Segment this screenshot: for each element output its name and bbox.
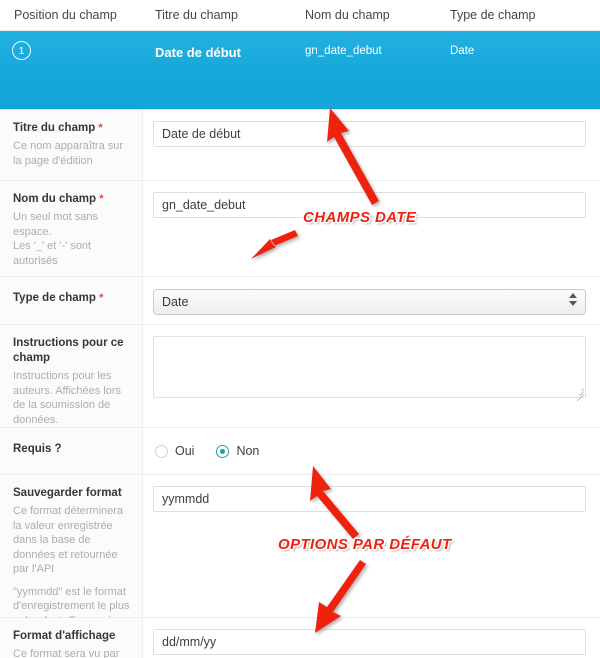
sauvegarder-format-input[interactable] [153,486,586,512]
hint-format-affichage: Ce format sera vu par l'utilisateur lors… [13,648,120,658]
label-instructions: Instructions pour ce champ [13,337,124,364]
field-cell-titre [143,110,600,180]
label-titre-du-champ: Titre du champ * [13,122,103,134]
hint-nom-1: Un seul mot sans espace. [13,211,98,238]
form-row-titre-du-champ: Titre du champ * Ce nom apparaîtra sur l… [0,110,600,181]
instructions-textarea-wrap [153,336,586,402]
row-title-cell: Date de début [155,45,241,60]
label-cell-requis: Requis ? [0,428,143,474]
form-row-requis: Requis ? Oui Non [0,428,600,475]
radio-circle-icon[interactable] [155,444,168,458]
instructions-textarea[interactable] [153,336,586,398]
position-badge: 1 [12,41,31,60]
column-header-type: Type de champ [450,8,536,22]
annotation-label-champs-date: CHAMPS DATE [303,209,417,227]
radio-label-non: Non [236,444,260,458]
column-header-position: Position du champ [14,8,117,22]
radio-option-oui[interactable]: Oui [155,444,194,458]
hint-titre-1: Ce nom apparaîtra sur la page d'édition [13,140,124,167]
form-row-nom-du-champ: Nom du champ * Un seul mot sans espace. … [0,181,600,277]
label-nom-du-champ: Nom du champ * [13,193,104,205]
field-cell-type: Date [143,277,600,324]
required-marker: * [99,193,104,205]
row-type-cell: Date [450,45,475,57]
label-cell-type: Type de champ * [0,277,143,324]
type-de-champ-select[interactable]: Date [153,289,586,315]
form-row-format-affichage: Format d'affichage Ce format sera vu par… [0,618,600,658]
form-row-type-de-champ: Type de champ * Date [0,277,600,325]
annotation-label-options-par-defaut: OPTIONS PAR DÉFAUT [278,536,452,554]
radio-label-oui: Oui [175,444,195,458]
label-cell-nom: Nom du champ * Un seul mot sans espace. … [0,181,143,276]
hint-sauvegarder-1: Ce format déterminera la valeur enregist… [13,505,124,575]
required-marker: * [99,292,104,304]
label-cell-instructions: Instructions pour ce champ Instructions … [0,325,143,427]
label-cell-format-affichage: Format d'affichage Ce format sera vu par… [0,618,143,658]
titre-du-champ-input[interactable] [153,121,586,147]
requis-radio-group: Oui Non [155,442,586,458]
required-marker: * [98,122,103,134]
label-cell-titre: Titre du champ * Ce nom apparaîtra sur l… [0,110,143,180]
form-row-instructions: Instructions pour ce champ Instructions … [0,325,600,428]
fields-table-header: Position du champ Titre du champ Nom du … [0,0,600,31]
row-name-cell: gn_date_debut [305,45,382,57]
field-cell-instructions [143,325,600,427]
field-editor-page: Position du champ Titre du champ Nom du … [0,0,600,658]
radio-circle-selected-icon[interactable] [216,444,230,458]
row-expander-strip [0,83,600,110]
field-cell-nom [143,181,600,276]
row-position-cell: 1 [0,31,155,60]
hint-nom-2: Les '_' et '-' sont autorisés [13,240,92,267]
hint-instructions: Instructions pour les auteurs. Affichées… [13,370,122,426]
column-header-title: Titre du champ [155,8,238,22]
field-cell-format-affichage [143,618,600,658]
field-cell-requis: Oui Non [143,428,600,474]
label-requis: Requis ? [13,443,62,455]
table-row-selected[interactable]: 1 Date de début gn_date_debut Date [0,31,600,83]
label-format-affichage: Format d'affichage [13,630,116,642]
label-cell-sauvegarder: Sauvegarder format Ce format déterminera… [0,475,143,656]
type-de-champ-select-wrap: Date [153,289,586,315]
label-sauvegarder-format: Sauvegarder format [13,487,122,499]
radio-option-non[interactable]: Non [216,444,259,458]
format-affichage-input[interactable] [153,629,586,655]
label-type-de-champ: Type de champ * [13,292,104,304]
column-header-name: Nom du champ [305,8,390,22]
